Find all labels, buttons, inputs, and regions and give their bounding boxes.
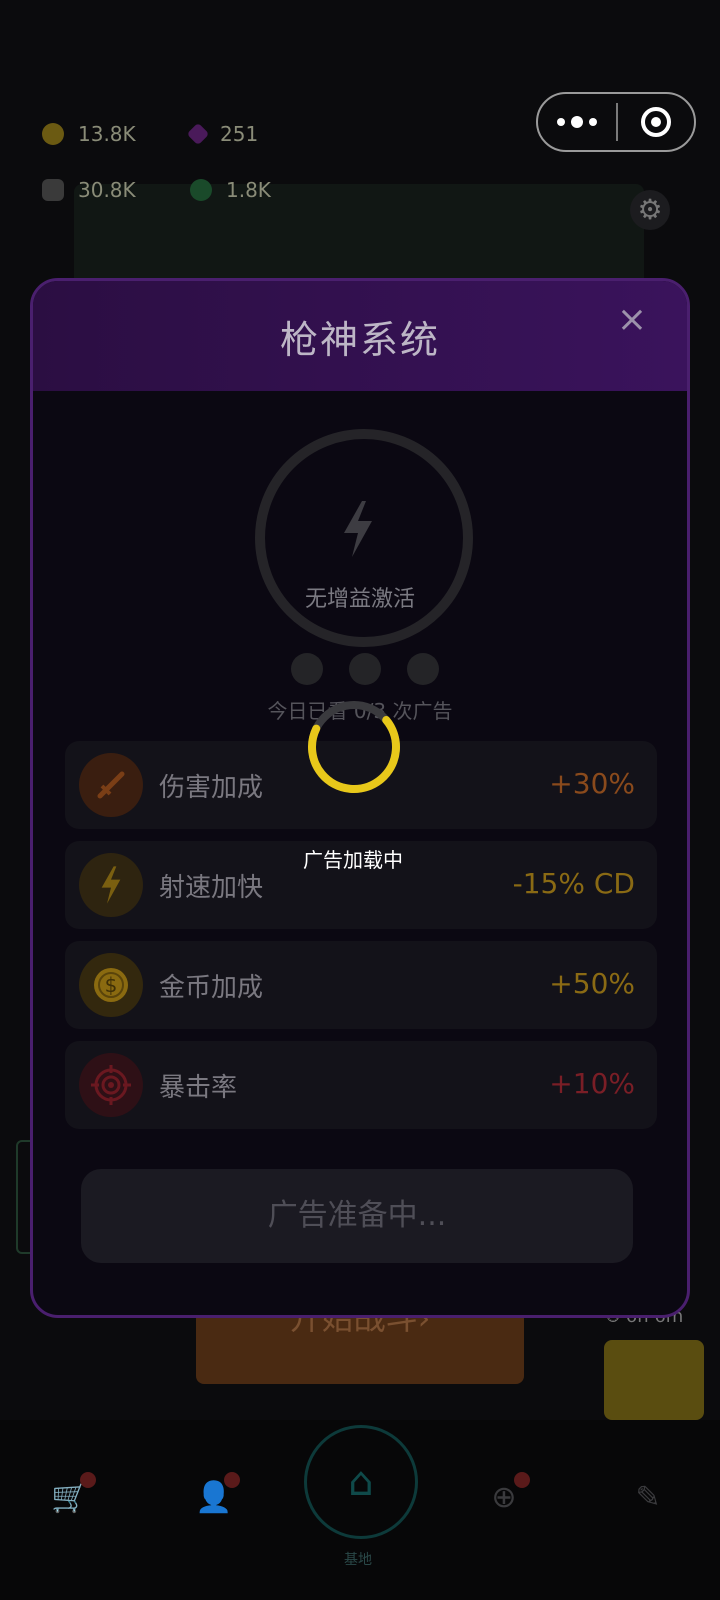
- ad-loading-text: 广告加载中: [303, 848, 403, 872]
- buff-label: 金币加成: [159, 973, 264, 1003]
- modal-header: 枪神系统: [33, 281, 687, 391]
- buff-label: 暴击率: [159, 1073, 238, 1103]
- profile-icon[interactable]: 👤: [194, 1472, 240, 1520]
- ad-progress-dots: [291, 653, 439, 685]
- target-icon: [79, 1053, 143, 1117]
- shop-cart-icon[interactable]: 🛒: [50, 1472, 96, 1520]
- modal-title: 枪神系统: [279, 317, 440, 362]
- buff-list: 伤害加成 +30% 射速加快 -15% CD $ 金币加成 +50% 暴击率 +…: [65, 741, 657, 1141]
- miniprogram-capsule: [536, 92, 696, 152]
- home-tab-label: 基地: [344, 1552, 372, 1568]
- ad-progress-dot: [407, 653, 439, 685]
- buff-value: +50%: [549, 967, 635, 1000]
- gem-counter: 251: [186, 122, 258, 146]
- treasure-chest-icon[interactable]: [604, 1340, 704, 1420]
- coin-counter: 13.8K: [42, 122, 136, 146]
- gun-god-system-modal: 枪神系统 × 无增益激活 今日已看 0/3 次广告 伤害加成 +30% 射速加快…: [30, 278, 690, 1318]
- shield-counter: 30.8K: [42, 178, 136, 202]
- lightning-icon: [344, 501, 372, 557]
- close-miniprogram-icon[interactable]: [618, 107, 694, 137]
- coin-icon: [42, 123, 64, 145]
- dollar-coin-icon: $: [79, 953, 143, 1017]
- buff-row-gold: $ 金币加成 +50%: [65, 941, 657, 1029]
- ad-progress-dot: [349, 653, 381, 685]
- boost-status-text: 无增益激活: [304, 587, 415, 612]
- token-counter: 1.8K: [190, 178, 271, 202]
- gem-icon: [186, 122, 210, 146]
- token-icon: [190, 179, 212, 201]
- shield-icon: [42, 179, 64, 201]
- svg-text:$: $: [105, 973, 118, 997]
- buff-row-crit: 暴击率 +10%: [65, 1041, 657, 1129]
- crosshair-icon[interactable]: ⊕: [484, 1472, 530, 1520]
- ad-progress-dot: [291, 653, 323, 685]
- gear-icon[interactable]: ⚙: [630, 190, 670, 230]
- buff-value: +30%: [549, 767, 635, 800]
- watch-ad-button[interactable]: 广告准备中...: [81, 1169, 633, 1263]
- sword-icon: [79, 753, 143, 817]
- buff-label: 伤害加成: [159, 773, 264, 803]
- close-icon[interactable]: ×: [617, 299, 647, 340]
- buff-value: +10%: [549, 1067, 635, 1100]
- home-base-button[interactable]: ⌂: [304, 1425, 418, 1539]
- loading-spinner-icon: [308, 701, 400, 793]
- more-menu-icon[interactable]: [538, 116, 616, 128]
- pen-icon[interactable]: ✎: [628, 1480, 668, 1520]
